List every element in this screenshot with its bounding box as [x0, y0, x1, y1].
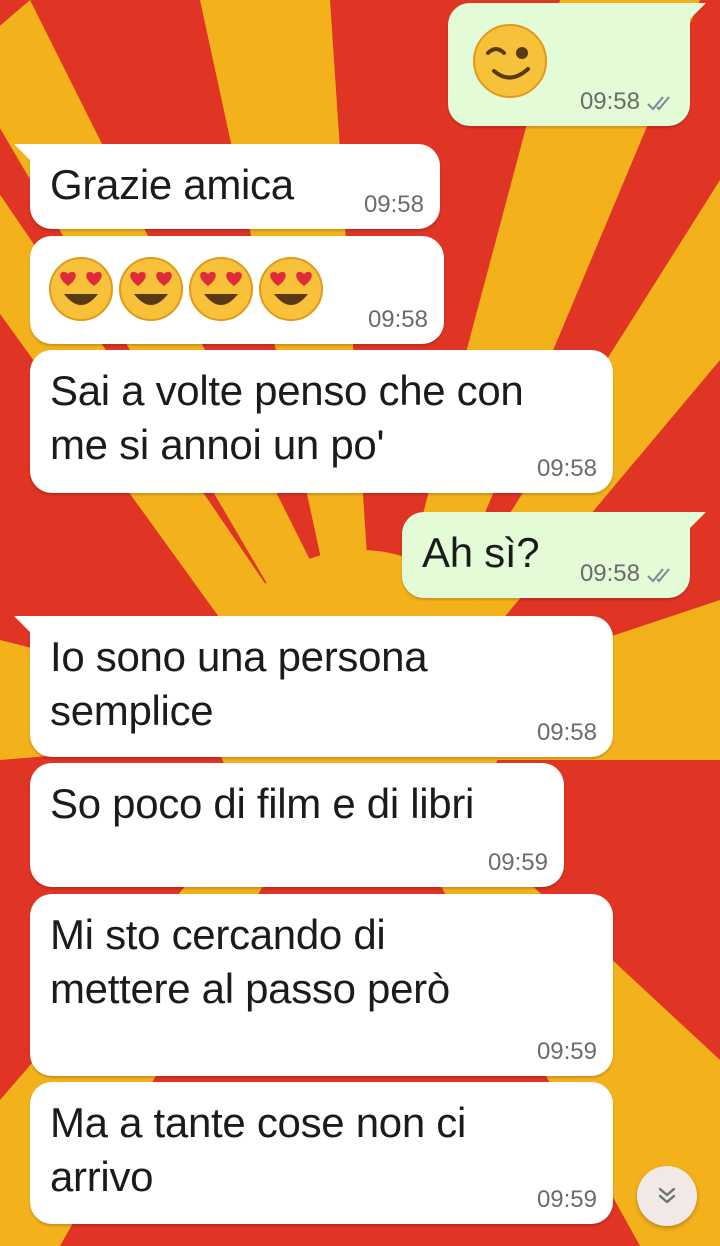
message-text: Ma a tante cose non ci arrivo [50, 1099, 466, 1200]
message-time: 09:58 [536, 719, 597, 746]
message-time: 09:58 [363, 191, 424, 218]
message-bubble-incoming[interactable]: So poco di film e di libri 09:59 [30, 763, 564, 887]
heart-eyes-face-icon [119, 257, 183, 321]
message-bubble-incoming[interactable]: Ma a tante cose non ci arrivo 09:59 [30, 1082, 613, 1224]
message-time: 09:58 [367, 306, 428, 333]
read-ticks-icon [647, 96, 670, 111]
heart-eyes-face-icon [259, 257, 323, 321]
double-chevron-down-icon [658, 1187, 676, 1204]
bubble-tail [14, 616, 30, 632]
bubble-tail [690, 3, 706, 19]
message-text: Mi sto cercando di mettere al passo però [50, 911, 450, 1012]
message-time: 09:58 [579, 88, 640, 115]
message-bubble-incoming[interactable]: Sai a volte penso che con me si annoi un… [30, 350, 613, 493]
message-text: Ah sì? [422, 529, 540, 576]
message-time: 09:58 [579, 560, 640, 587]
scroll-to-bottom-button[interactable] [637, 1166, 697, 1226]
read-ticks-icon [647, 568, 670, 583]
heart-eyes-face-icon [189, 257, 253, 321]
message-text: So poco di film e di libri [50, 780, 475, 827]
message-bubble-incoming[interactable]: Mi sto cercando di mettere al passo però… [30, 894, 613, 1076]
heart-eyes-face-icon [49, 257, 113, 321]
message-time: 09:59 [487, 849, 548, 876]
message-bubble-outgoing[interactable]: Ah sì? 09:58 [402, 512, 706, 598]
bubble-tail [14, 144, 30, 160]
winking-face-icon [473, 24, 547, 98]
message-time: 09:58 [536, 455, 597, 482]
bubble-tail [690, 512, 706, 528]
message-time: 09:59 [536, 1186, 597, 1213]
message-bubble-incoming[interactable]: Io sono una persona semplice 09:58 [14, 616, 613, 757]
message-bubble-incoming[interactable]: Grazie amica 09:58 [14, 144, 440, 229]
message-time: 09:59 [536, 1038, 597, 1065]
message-text: Grazie amica [50, 161, 294, 208]
message-bubble-outgoing[interactable]: 09:58 [448, 3, 706, 126]
message-bubble-incoming[interactable]: 09:58 [30, 236, 444, 344]
message-text: Io sono una persona semplice [50, 633, 428, 734]
message-text: Sai a volte penso che con me si annoi un… [50, 367, 524, 468]
emoji-row [48, 256, 324, 322]
